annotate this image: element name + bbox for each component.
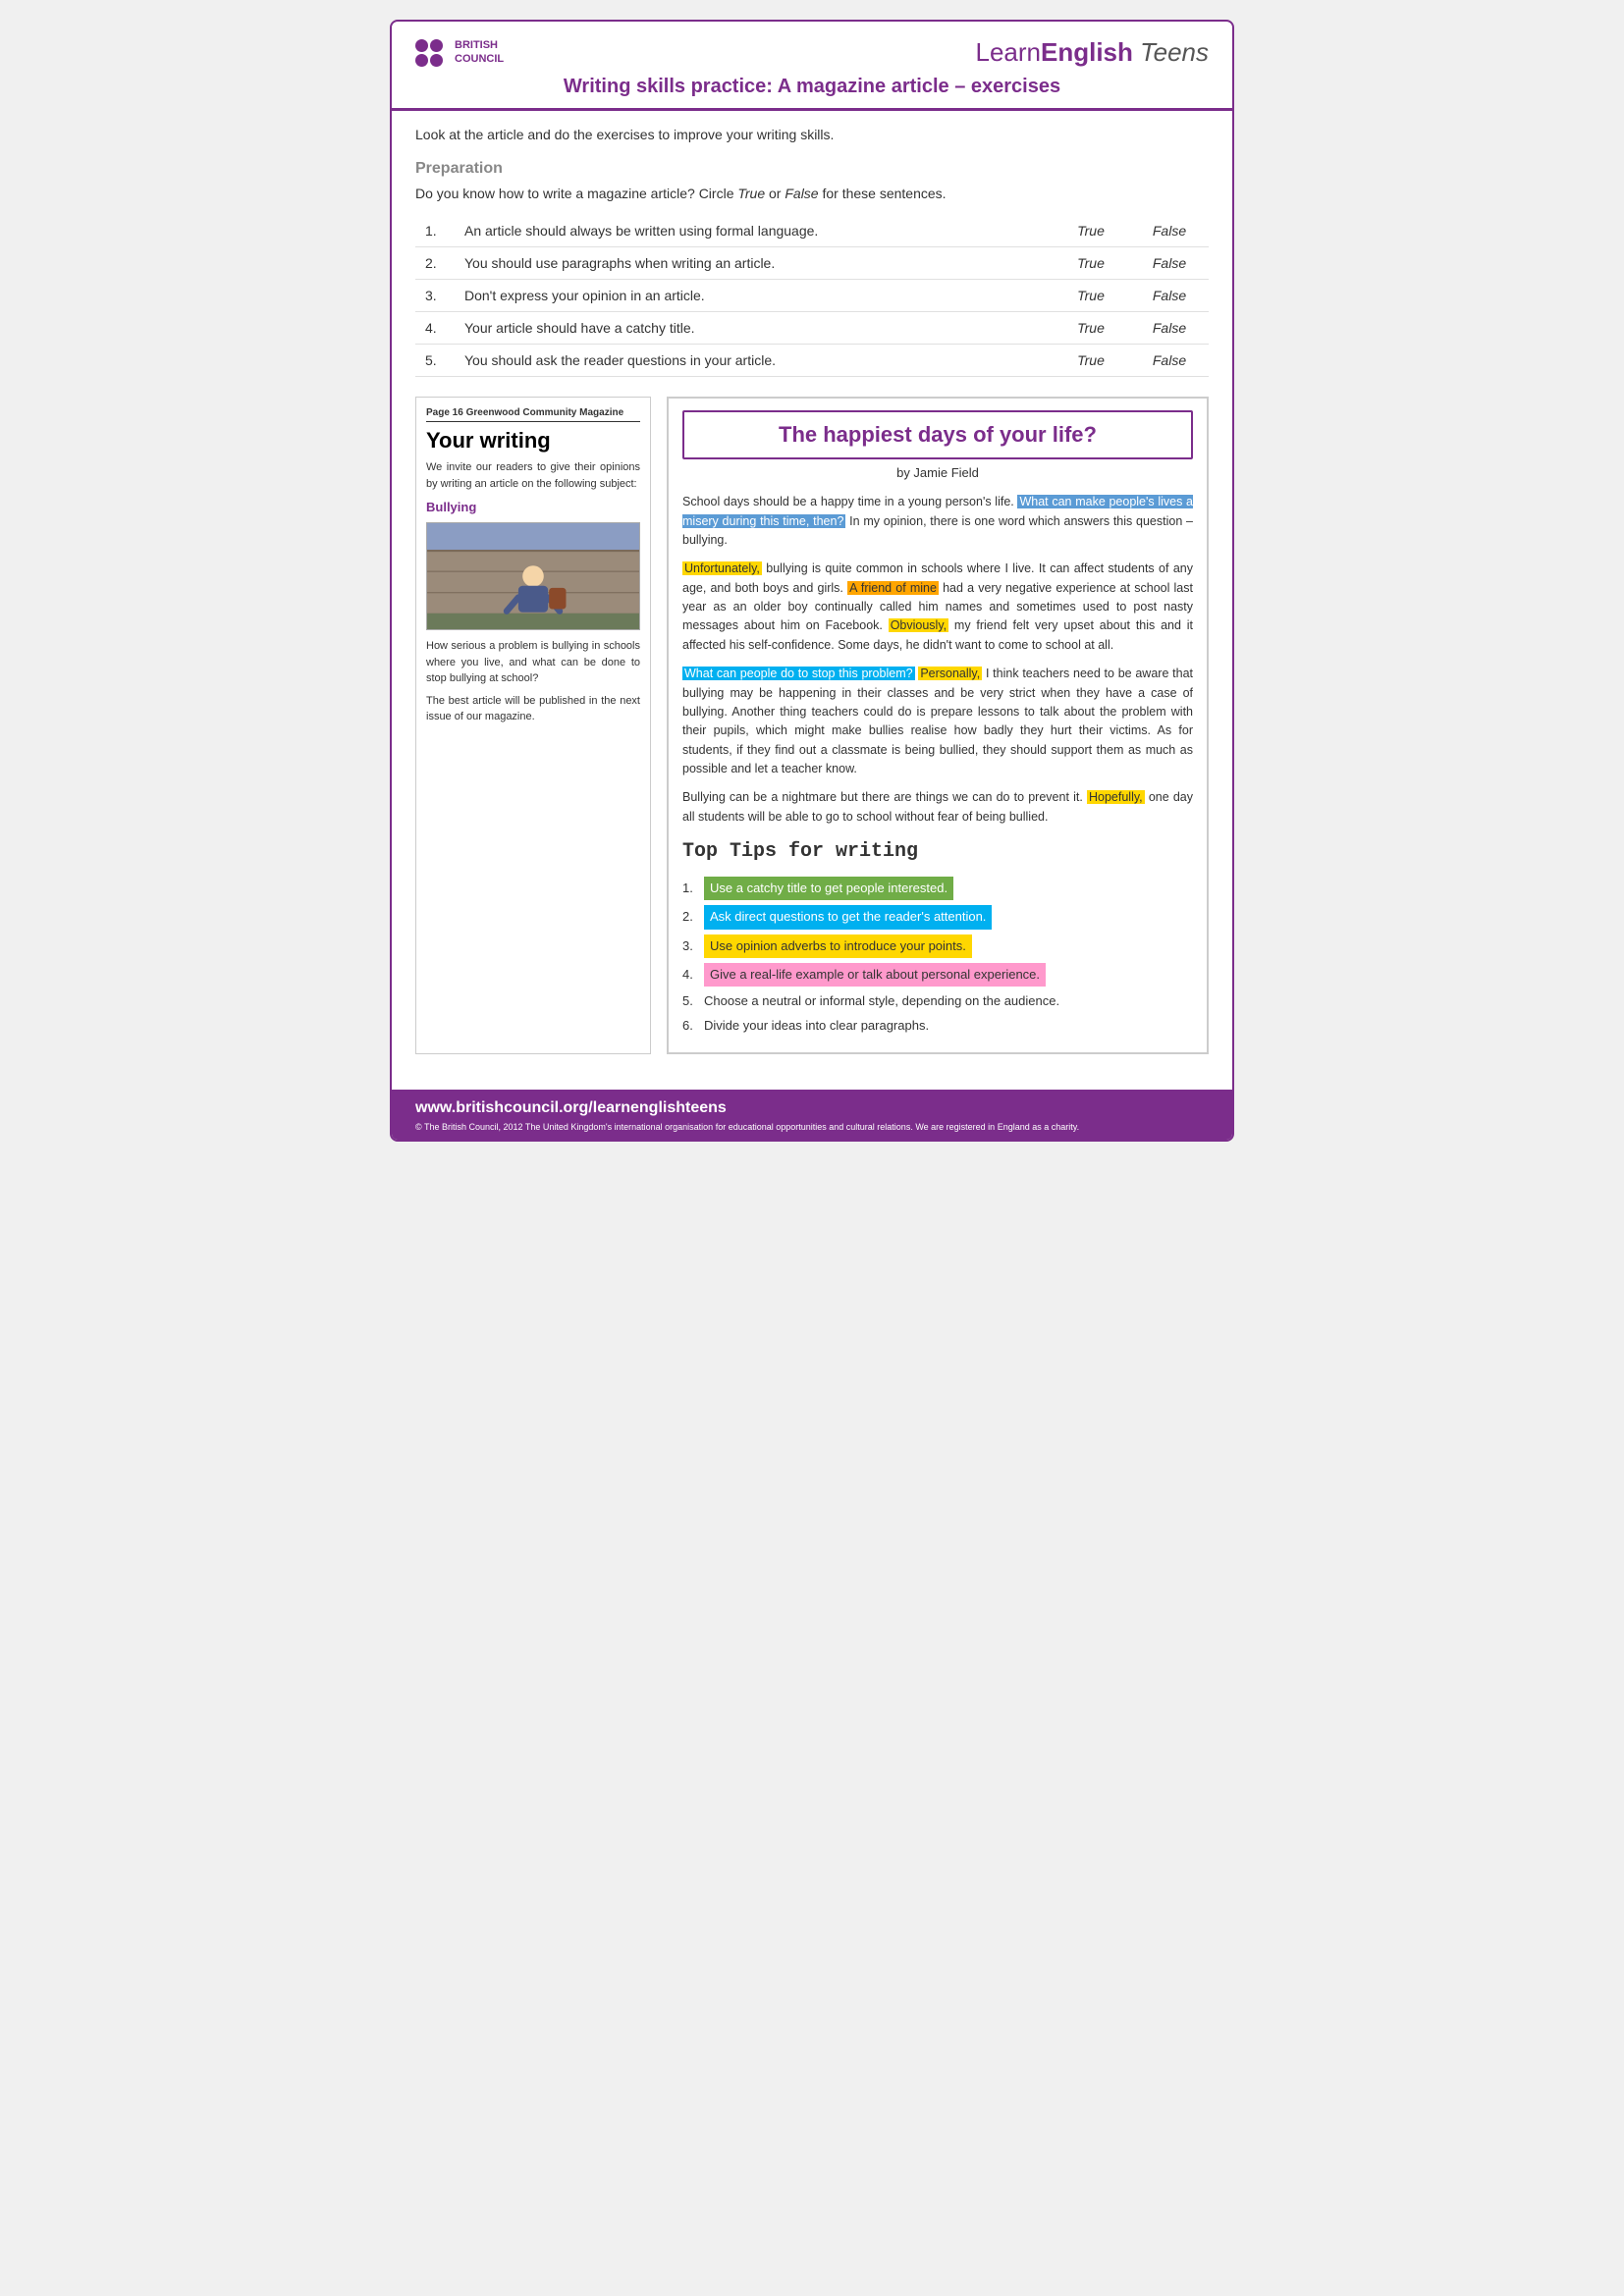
list-item: 6. Divide your ideas into clear paragraph…	[682, 1016, 1193, 1036]
article-para-4: Bullying can be a nightmare but there ar…	[682, 788, 1193, 827]
list-item: 4. Give a real-life example or talk about…	[682, 963, 1193, 987]
header-top: BRITISH COUNCIL LearnEnglish Teens	[415, 37, 1209, 68]
top-tips-title: Top Tips for writing	[682, 836, 1193, 867]
tip-num: 3.	[682, 936, 698, 956]
page: BRITISH COUNCIL LearnEnglish Teens Writi…	[390, 20, 1234, 1142]
learnenglish-teens-logo: LearnEnglish Teens	[975, 37, 1209, 68]
preparation-instruction: Do you know how to write a magazine arti…	[415, 186, 1209, 201]
learn-teens: Teens	[1133, 37, 1209, 67]
bc-line2: COUNCIL	[455, 53, 504, 66]
tip-num: 5.	[682, 991, 698, 1011]
question-text: You should ask the reader questions in y…	[455, 345, 1052, 377]
tip-text: Divide your ideas into clear paragraphs.	[704, 1016, 929, 1036]
table-row: 2. You should use paragraphs when writin…	[415, 247, 1209, 280]
true-label: True	[1052, 247, 1130, 280]
false-label: False	[1130, 312, 1209, 345]
tip-text: Give a real-life example or talk about p…	[704, 963, 1046, 987]
question-num: 1.	[415, 215, 455, 247]
table-row: 1. An article should always be written u…	[415, 215, 1209, 247]
table-row: 4. Your article should have a catchy tit…	[415, 312, 1209, 345]
para3-hl2: Personally,	[918, 667, 982, 680]
british-council-logo: BRITISH COUNCIL	[415, 39, 504, 67]
bc-line1: BRITISH	[455, 39, 504, 52]
list-item: 3. Use opinion adverbs to introduce your …	[682, 934, 1193, 958]
question-text: Don't express your opinion in an article…	[455, 280, 1052, 312]
main-content: Look at the article and do the exercises…	[392, 111, 1232, 1090]
question-text: An article should always be written usin…	[455, 215, 1052, 247]
bc-circles-icon	[415, 39, 447, 67]
tip-text: Ask direct questions to get the reader's…	[704, 905, 992, 929]
question-text: Your article should have a catchy title.	[455, 312, 1052, 345]
list-item: 2. Ask direct questions to get the reader…	[682, 905, 1193, 929]
tip-num: 2.	[682, 907, 698, 927]
true-label: True	[1052, 312, 1130, 345]
section-title-preparation: Preparation	[415, 160, 1209, 178]
left-magazine: Page 16 Greenwood Community Magazine You…	[415, 397, 651, 1054]
question-num: 5.	[415, 345, 455, 377]
true-label: True	[1052, 215, 1130, 247]
false-label: False	[1130, 280, 1209, 312]
mag-your-writing: Your writing	[426, 428, 640, 454]
bc-text: BRITISH COUNCIL	[455, 39, 504, 65]
question-num: 2.	[415, 247, 455, 280]
footer: www.britishcouncil.org/learnenglishteens…	[392, 1090, 1232, 1140]
mag-page-label: Page 16 Greenwood Community Magazine	[426, 407, 640, 422]
tips-list: 1. Use a catchy title to get people inter…	[682, 877, 1193, 1036]
para2-hl2: A friend of mine	[847, 581, 939, 595]
right-article: The happiest days of your life? by Jamie…	[667, 397, 1209, 1054]
bullying-illustration	[427, 523, 639, 629]
header: BRITISH COUNCIL LearnEnglish Teens Writi…	[392, 22, 1232, 111]
tip-num: 1.	[682, 879, 698, 898]
question-text: You should use paragraphs when writing a…	[455, 247, 1052, 280]
exercise-table: 1. An article should always be written u…	[415, 215, 1209, 377]
bc-circle-1	[415, 39, 428, 52]
para2-hl1: Unfortunately,	[682, 561, 762, 575]
list-item: 1. Use a catchy title to get people inter…	[682, 877, 1193, 900]
para3-hl1: What can people do to stop this problem?	[682, 667, 915, 680]
article-para-3: What can people do to stop this problem?…	[682, 665, 1193, 778]
tip-text: Use opinion adverbs to introduce your po…	[704, 934, 972, 958]
tip-num: 6.	[682, 1016, 698, 1036]
question-num: 4.	[415, 312, 455, 345]
false-label: False	[1130, 247, 1209, 280]
mag-body-text-1: We invite our readers to give their opin…	[426, 459, 640, 492]
question-num: 3.	[415, 280, 455, 312]
learn-bold: English	[1041, 37, 1133, 67]
top-tips-section: Top Tips for writing 1. Use a catchy titl…	[682, 836, 1193, 1036]
para4-plain1: Bullying can be a nightmare but there ar…	[682, 790, 1087, 804]
true-label: True	[1052, 345, 1130, 377]
table-row: 5. You should ask the reader questions i…	[415, 345, 1209, 377]
bc-circle-3	[415, 54, 428, 67]
false-label: False	[1130, 345, 1209, 377]
para4-hl: Hopefully,	[1087, 790, 1145, 804]
para3-rest: I think teachers need to be aware that b…	[682, 667, 1193, 775]
tip-text: Choose a neutral or informal style, depe…	[704, 991, 1059, 1011]
page-title: Writing skills practice: A magazine arti…	[415, 76, 1209, 98]
bc-circle-4	[430, 54, 443, 67]
article-byline: by Jamie Field	[682, 463, 1193, 483]
list-item: 5. Choose a neutral or informal style, de…	[682, 991, 1193, 1011]
tip-text: Use a catchy title to get people interes…	[704, 877, 953, 900]
mag-question-text: How serious a problem is bullying in sch…	[426, 638, 640, 687]
article-para-1: School days should be a happy time in a …	[682, 493, 1193, 550]
table-row: 3. Don't express your opinion in an arti…	[415, 280, 1209, 312]
mag-bullying-label: Bullying	[426, 500, 640, 514]
tip-num: 4.	[682, 965, 698, 985]
bullying-image	[426, 522, 640, 630]
intro-text: Look at the article and do the exercises…	[415, 127, 1209, 142]
true-label: True	[1052, 280, 1130, 312]
footer-url: www.britishcouncil.org/learnenglishteens	[415, 1099, 1209, 1117]
article-title: The happiest days of your life?	[682, 410, 1193, 459]
para1-plain1: School days should be a happy time in a …	[682, 495, 1017, 508]
footer-copyright: © The British Council, 2012 The United K…	[415, 1121, 1209, 1134]
learn-prefix: Learn	[975, 37, 1041, 67]
para2-hl3: Obviously,	[889, 618, 948, 632]
bc-circle-2	[430, 39, 443, 52]
two-col-section: Page 16 Greenwood Community Magazine You…	[415, 397, 1209, 1054]
false-label: False	[1130, 215, 1209, 247]
mag-closing-text: The best article will be published in th…	[426, 693, 640, 725]
article-para-2: Unfortunately, bullying is quite common …	[682, 560, 1193, 655]
